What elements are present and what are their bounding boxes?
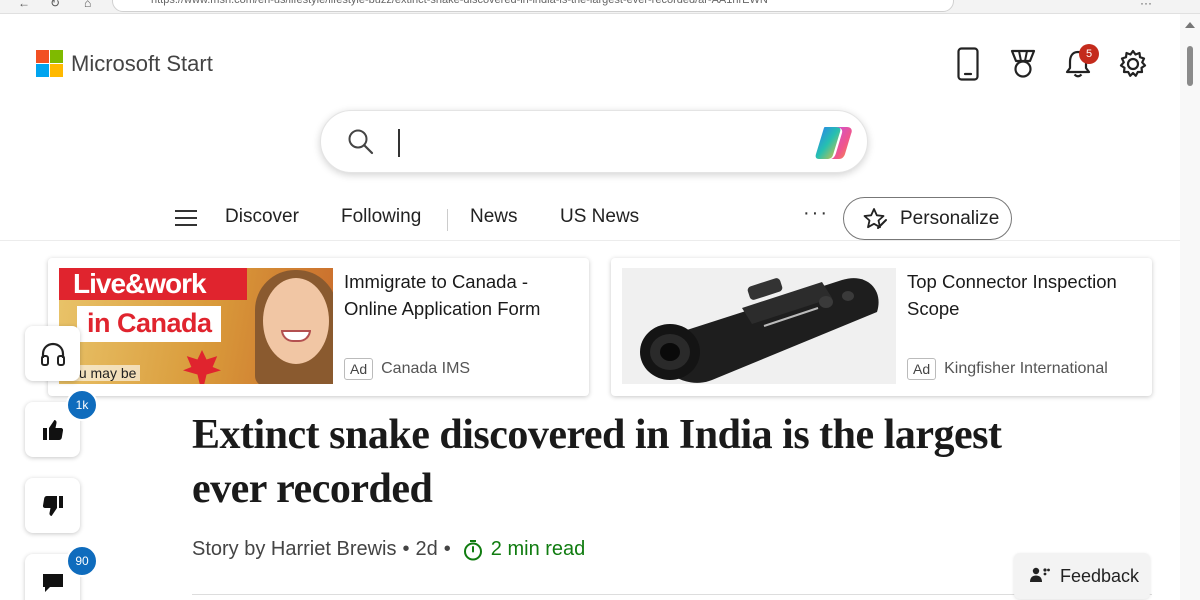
ad-source: Canada IMS [381, 360, 471, 377]
home-icon[interactable]: ⌂ [84, 0, 91, 10]
trophy-icon [1010, 49, 1035, 78]
article-divider [192, 594, 1152, 595]
brand-logo[interactable]: Microsoft Start [36, 50, 213, 77]
ad-meta: Ad Canada IMS [344, 358, 470, 380]
scrollbar-thumb[interactable] [1187, 46, 1193, 86]
ad-title[interactable]: Immigrate to Canada - Online Application… [344, 268, 584, 322]
browser-toolbar: ← ↻ ⌂ https://www.msn.com/en-us/lifestyl… [0, 0, 1200, 14]
ad-badge: Ad [344, 358, 374, 380]
ad-meta: Ad Kingfisher International [907, 358, 1108, 380]
ad-card-canada[interactable]: Live&work in Canada You may be Immigrate… [48, 258, 589, 396]
author-credit[interactable]: Story by Harriet Brewis [192, 538, 397, 561]
text-caret [398, 129, 400, 157]
nav-item-following[interactable]: Following [341, 206, 421, 228]
ad-image: Live&work in Canada You may be [59, 268, 333, 384]
search-box[interactable] [320, 110, 868, 173]
ad-badge: Ad [907, 358, 937, 380]
nav-item-discover[interactable]: Discover [225, 206, 299, 228]
comment-icon [42, 573, 63, 592]
dislike-button[interactable] [25, 478, 80, 533]
rewards-button[interactable] [995, 44, 1050, 84]
feedback-button[interactable]: Feedback [1014, 553, 1150, 599]
phone-button[interactable] [940, 44, 995, 84]
phone-icon [956, 47, 979, 81]
listen-button[interactable] [25, 326, 80, 381]
article-age: 2d [415, 538, 438, 560]
ad-image-text: in Canada [87, 308, 212, 338]
article-headline: Extinct snake discovered in India is the… [192, 412, 1002, 512]
nav-divider-line [0, 240, 1180, 241]
brand-name: Microsoft Start [71, 50, 213, 76]
notifications-button[interactable]: 5 [1050, 44, 1105, 84]
scroll-up-icon[interactable] [1185, 22, 1195, 28]
gear-icon [1119, 49, 1146, 77]
thumbs-up-icon [42, 419, 63, 440]
search-icon [348, 129, 374, 155]
nav-item-us-news[interactable]: US News [560, 206, 639, 228]
inspection-scope-image [640, 278, 879, 383]
read-time-label: 2 min read [490, 538, 586, 560]
thumbs-down-icon [42, 495, 63, 516]
page-scrollbar[interactable] [1180, 14, 1200, 600]
read-time: 2 min read [463, 538, 586, 561]
personalize-button[interactable]: Personalize [843, 197, 1012, 240]
ad-image-text: Live&work [73, 268, 207, 299]
back-icon[interactable]: ← [18, 0, 30, 10]
address-bar[interactable]: https://www.msn.com/en-us/lifestyle/life… [112, 0, 954, 12]
star-edit-icon [863, 207, 887, 229]
stopwatch-icon [463, 539, 482, 560]
search-input[interactable] [407, 125, 807, 159]
refresh-icon[interactable]: ↻ [50, 0, 60, 10]
nav-divider [447, 209, 448, 231]
header-actions: 5 [940, 44, 1160, 84]
settings-button[interactable] [1105, 44, 1160, 84]
ad-title[interactable]: Top Connector Inspection Scope [907, 268, 1147, 322]
nav-item-news[interactable]: News [470, 206, 518, 228]
headphones-icon [40, 342, 65, 366]
like-count-badge: 1k [66, 389, 98, 421]
ad-card-scope[interactable]: Top Connector Inspection Scope Ad Kingfi… [611, 258, 1152, 396]
msn-page: Microsoft Start 5 Discover Following New… [0, 14, 1180, 600]
byline-separator: • [443, 538, 451, 560]
microsoft-logo-icon [36, 50, 63, 77]
feedback-label: Feedback [1060, 565, 1140, 586]
more-icon[interactable]: ··· [1140, 0, 1152, 10]
copilot-icon[interactable] [813, 123, 855, 163]
article-byline: Story by Harriet Brewis • 2d • 2 min rea… [192, 538, 585, 561]
menu-icon[interactable] [175, 210, 197, 231]
ad-source: Kingfisher International [944, 360, 1108, 377]
ad-image [622, 268, 896, 384]
byline-separator: • [402, 538, 410, 560]
comment-count-badge: 90 [66, 545, 98, 577]
notification-badge: 5 [1079, 44, 1099, 64]
personalize-label: Personalize [900, 207, 1000, 229]
top-nav: Discover Following News US News ··· Pers… [0, 194, 1180, 244]
more-options-icon[interactable]: ··· [803, 202, 829, 225]
feedback-icon [1030, 567, 1050, 582]
